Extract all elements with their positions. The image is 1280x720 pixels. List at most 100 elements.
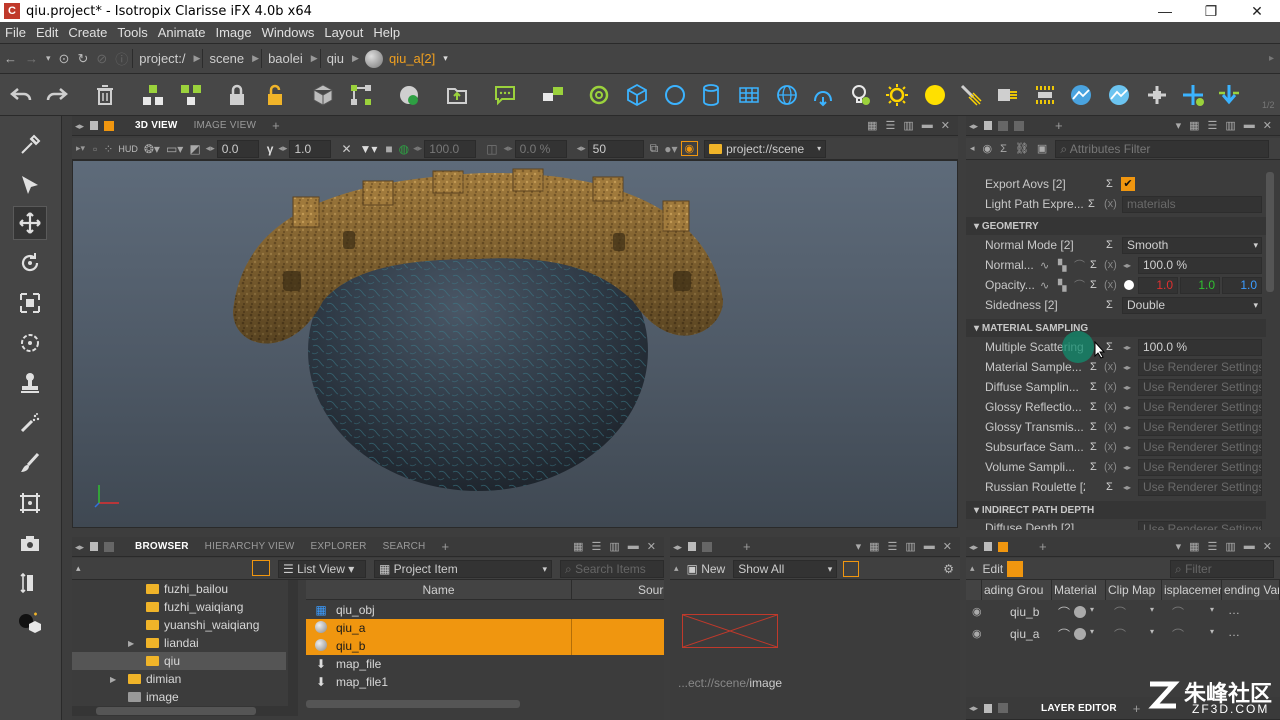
- opacity-b-field[interactable]: 1.0: [1222, 276, 1262, 294]
- menu-help[interactable]: Help: [368, 25, 405, 40]
- layout-rows-icon[interactable]: ☰: [888, 540, 898, 553]
- attributes-filter-input[interactable]: ⌕ Attributes Filter: [1055, 139, 1270, 158]
- tree-item-qiu[interactable]: qiu: [72, 652, 286, 670]
- point-light-icon[interactable]: [922, 82, 948, 108]
- panel-options-2-icon[interactable]: [1014, 120, 1025, 131]
- panel-lock-icon[interactable]: [984, 121, 993, 130]
- clip-map-dropdown-icon[interactable]: ▾: [1150, 605, 1154, 614]
- sigma-icon[interactable]: Σ: [1090, 461, 1097, 473]
- rotate-icon[interactable]: [13, 246, 47, 280]
- expression-icon[interactable]: (x): [1104, 401, 1117, 413]
- tools-icon[interactable]: ✕: [331, 142, 355, 156]
- material-dropdown-icon[interactable]: ▾: [1090, 605, 1094, 614]
- exposure-stepper[interactable]: ◂▸: [204, 143, 217, 154]
- menu-layout[interactable]: Layout: [319, 25, 368, 40]
- up-arrow-icon[interactable]: ▴: [670, 563, 683, 574]
- menu-windows[interactable]: Windows: [257, 25, 320, 40]
- add-tab-button[interactable]: +: [1031, 539, 1055, 554]
- folder-view-icon[interactable]: [252, 560, 270, 576]
- column-clip-map[interactable]: Clip Map: [1106, 580, 1162, 600]
- tree-hscrollbar[interactable]: [72, 706, 298, 716]
- sky-dome-icon[interactable]: [1068, 82, 1094, 108]
- eye-icon[interactable]: ◉: [972, 627, 982, 640]
- menu-animate[interactable]: Animate: [153, 25, 211, 40]
- search-items-input[interactable]: ⌕ Search Items: [560, 560, 664, 578]
- link-icon[interactable]: ⌒: [1114, 626, 1126, 643]
- panel-close-icon[interactable]: ✕: [941, 119, 950, 132]
- panel-lock-icon[interactable]: [984, 703, 993, 713]
- layout-rows-icon[interactable]: ☰: [1208, 119, 1218, 132]
- tree-item-image[interactable]: image: [72, 688, 286, 706]
- volume-sampling-field[interactable]: Use Renderer Settings: [1138, 458, 1262, 476]
- exposure-field[interactable]: 0.0: [216, 139, 259, 158]
- menu-edit[interactable]: Edit: [31, 25, 63, 40]
- group-icon[interactable]: [140, 82, 166, 108]
- image-thumbnail-placeholder[interactable]: [682, 614, 778, 648]
- curve-icon[interactable]: ∿: [1040, 279, 1049, 292]
- tree-item-fuzhi-waiqiang[interactable]: fuzhi_waiqiang: [72, 598, 286, 616]
- curve-icon[interactable]: ∿: [1040, 259, 1049, 272]
- image-thumbnail-label[interactable]: ...ect://scene/image: [678, 676, 782, 690]
- project-item-dropdown[interactable]: ▦ Project Item ▾: [374, 560, 552, 578]
- column-shading-group[interactable]: ading Grou: [982, 580, 1052, 600]
- tab-3d-view[interactable]: 3D VIEW: [127, 120, 186, 131]
- shading-row-qiu-b[interactable]: ◉ qiu_b ⌒ ▾ ⌒ ▾ ⌒ ▾ …: [966, 602, 1280, 622]
- bulb-light-icon[interactable]: [848, 82, 874, 108]
- layout-max-icon[interactable]: ▬: [1244, 540, 1255, 553]
- panel-menu-icon[interactable]: ◂▸: [969, 121, 978, 131]
- samples-field[interactable]: 50: [587, 139, 644, 158]
- diffuse-sampling-field[interactable]: Use Renderer Settings: [1138, 378, 1262, 396]
- overlay-icon[interactable]: ◫: [476, 142, 501, 156]
- layout-max-icon[interactable]: ▬: [924, 540, 935, 553]
- sigma-icon[interactable]: Σ: [1106, 341, 1113, 353]
- section-material-sampling[interactable]: ▾ MATERIAL SAMPLING: [966, 319, 1266, 337]
- gamma-stepper[interactable]: ◂▸: [276, 143, 289, 154]
- add-tab-button[interactable]: +: [735, 539, 759, 554]
- layout-max-icon[interactable]: ▬: [628, 540, 639, 553]
- sigma-icon[interactable]: Σ: [1088, 198, 1095, 210]
- link-icon[interactable]: ⌒: [1058, 626, 1070, 643]
- panel-menu-icon[interactable]: ◂▸: [75, 121, 84, 131]
- tree-item-dimian[interactable]: ▶ dimian: [72, 670, 286, 688]
- forward-arrow-icon[interactable]: →: [21, 51, 42, 66]
- sigma-icon[interactable]: Σ: [1090, 279, 1097, 291]
- link-icon[interactable]: ⌒: [1172, 626, 1184, 643]
- more-icon[interactable]: …: [1228, 625, 1240, 639]
- stepper-icon[interactable]: ◂▸: [1123, 343, 1131, 352]
- up-arrow-icon[interactable]: ▴: [966, 563, 979, 574]
- attr-save-icon[interactable]: ▣: [1033, 142, 1051, 155]
- material-ball-icon[interactable]: [1074, 628, 1086, 640]
- expression-icon[interactable]: (x): [1104, 259, 1117, 271]
- sun-light-icon[interactable]: [884, 82, 910, 108]
- layout-cols-icon[interactable]: ▥: [903, 119, 913, 132]
- panel-options-icon[interactable]: [104, 120, 115, 131]
- ungroup-icon[interactable]: [178, 82, 204, 108]
- expression-icon[interactable]: (x): [1104, 198, 1117, 210]
- sigma-icon[interactable]: Σ: [1090, 441, 1097, 453]
- light-path-field[interactable]: materials: [1122, 195, 1262, 213]
- stepper-icon[interactable]: ◂▸: [1123, 403, 1131, 412]
- edit-button[interactable]: Edit: [979, 562, 1008, 576]
- filter-icon[interactable]: ▼▾: [356, 142, 382, 156]
- exposure-icon[interactable]: ◩: [186, 142, 203, 156]
- scale-icon[interactable]: [13, 286, 47, 320]
- stepper-icon[interactable]: ◂▸: [1123, 463, 1131, 472]
- section-indirect-path-depth[interactable]: ▾ INDIRECT PATH DEPTH: [966, 501, 1266, 519]
- add-tab-button[interactable]: +: [1047, 118, 1071, 133]
- camera-icon[interactable]: [13, 526, 47, 560]
- clip-map-dropdown-icon[interactable]: ▾: [1150, 627, 1154, 636]
- refresh-icon[interactable]: ↻: [73, 51, 92, 67]
- panel-menu-icon[interactable]: ◂▸: [673, 542, 682, 552]
- layers-icon[interactable]: [540, 82, 566, 108]
- tab-layer-editor[interactable]: LAYER EDITOR: [1033, 703, 1125, 714]
- add-tab-button[interactable]: +: [433, 539, 457, 554]
- link-icon[interactable]: ⌒: [1058, 604, 1070, 621]
- expand-arrow-icon[interactable]: ▶: [128, 639, 146, 648]
- light-array-icon[interactable]: [1032, 82, 1058, 108]
- layout-grid-icon[interactable]: ▦: [1189, 540, 1199, 553]
- layout-grid-icon[interactable]: ▦: [573, 540, 583, 553]
- tab-search[interactable]: SEARCH: [375, 541, 434, 552]
- unlock-icon[interactable]: [262, 82, 288, 108]
- expand-arrow-icon[interactable]: ▶: [110, 675, 128, 684]
- sigma-icon[interactable]: Σ: [1106, 178, 1113, 190]
